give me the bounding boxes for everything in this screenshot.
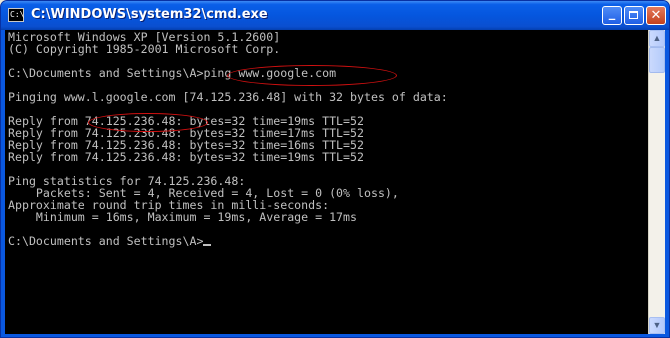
maximize-button[interactable] xyxy=(624,6,644,25)
console-output[interactable]: Microsoft Windows XP [Version 5.1.2600](… xyxy=(5,30,648,334)
title-bar[interactable]: C:\ C:\WINDOWS\system32\cmd.exe _ ✕ xyxy=(1,1,669,30)
text-cursor xyxy=(203,244,212,246)
window-title: C:\WINDOWS\system32\cmd.exe xyxy=(31,7,268,22)
console-line: C:\Documents and Settings\A> xyxy=(8,235,448,247)
cmd-window: C:\ C:\WINDOWS\system32\cmd.exe _ ✕ Micr… xyxy=(0,0,670,338)
scroll-down-button[interactable]: ▼ xyxy=(649,317,665,334)
vertical-scrollbar[interactable]: ▲ ▼ xyxy=(648,30,665,334)
scroll-thumb[interactable] xyxy=(649,47,665,73)
close-button[interactable]: ✕ xyxy=(646,6,666,25)
scroll-up-button[interactable]: ▲ xyxy=(649,30,665,47)
console-line: Reply from 74.125.236.48: bytes=32 time=… xyxy=(8,150,364,164)
console-line: C:\Documents and Settings\A>ping www.goo… xyxy=(8,66,337,80)
cmd-icon[interactable]: C:\ xyxy=(8,8,24,22)
console-line: Pinging www.l.google.com [74.125.236.48]… xyxy=(8,90,448,104)
console-text: Microsoft Windows XP [Version 5.1.2600](… xyxy=(8,31,448,247)
console-line: Minimum = 16ms, Maximum = 19ms, Average … xyxy=(8,210,358,224)
console-line: (C) Copyright 1985-2001 Microsoft Corp. xyxy=(8,42,281,56)
minimize-button[interactable]: _ xyxy=(602,6,622,25)
